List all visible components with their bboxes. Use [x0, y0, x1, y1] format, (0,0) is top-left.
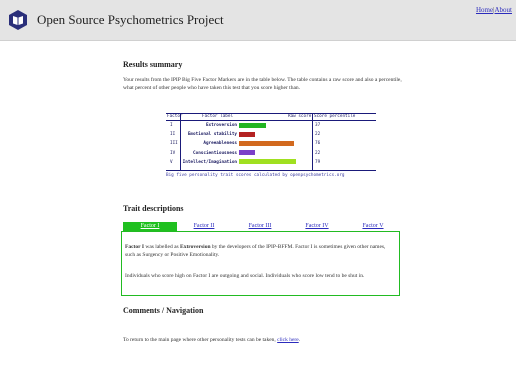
site-title[interactable]: Open Source Psychometrics Project	[37, 12, 224, 28]
score-bar	[239, 140, 294, 146]
factor-description-paragraph-1: Factor I was labelled as Extroversion by…	[125, 243, 395, 259]
table-divider	[180, 113, 181, 170]
factor-description-panel: Factor I was labelled as Extroversion by…	[121, 231, 400, 296]
factor-number: V	[170, 159, 173, 165]
description-text: was labelled as	[144, 244, 181, 250]
header-score-percentile: Score percentile	[314, 114, 356, 119]
factor-tabs: Factor I Factor II Factor III Factor IV …	[123, 222, 399, 231]
click-here-link[interactable]: click here	[277, 337, 299, 343]
score-bar	[239, 159, 296, 165]
score-percentile: 76	[315, 141, 321, 147]
score-bar	[239, 131, 255, 137]
factor-description-paragraph-2: Individuals who score high on Factor I a…	[125, 273, 365, 279]
comments-heading: Comments / Navigation	[123, 306, 204, 315]
results-heading: Results summary	[123, 60, 183, 69]
score-bar	[239, 150, 255, 156]
tab-factor-2[interactable]: Factor II	[183, 222, 225, 231]
book-logo-icon[interactable]	[7, 9, 29, 31]
score-percentile: 22	[315, 132, 321, 138]
table-divider	[312, 113, 313, 170]
header-factor-label: Factor label	[202, 114, 234, 119]
factor-number: I	[170, 123, 173, 128]
score-bar	[239, 122, 266, 128]
results-intro: Your results from the IPIP Big Five Fact…	[123, 77, 402, 91]
factor-label: Agreeableness	[203, 141, 237, 147]
factor-label: Intellect/Imagination	[182, 159, 237, 165]
tab-factor-4[interactable]: Factor IV	[295, 222, 339, 231]
return-text: To return to the main page where other p…	[123, 337, 278, 343]
header-raw-score: Raw score	[288, 114, 312, 119]
return-text-end: .	[298, 337, 301, 343]
tab-factor-5[interactable]: Factor V	[351, 222, 395, 231]
trait-heading: Trait descriptions	[123, 204, 184, 213]
table-header-border	[166, 120, 376, 121]
factor-label: Extroversion	[180, 244, 211, 250]
about-link[interactable]: About	[495, 6, 513, 14]
factor-number: III	[170, 141, 178, 147]
site-header: Open Source Psychometrics Project Home|A…	[0, 0, 516, 41]
score-percentile: 79	[315, 159, 321, 165]
factor-label: Conscientiousness	[193, 150, 237, 156]
factor-label: Emotional stability	[187, 132, 237, 138]
header-factor: Factor	[167, 114, 183, 119]
factor-number: IV	[170, 150, 176, 156]
tab-factor-1[interactable]: Factor I	[123, 222, 177, 231]
tab-factor-3[interactable]: Factor III	[238, 222, 282, 231]
table-bottom-border	[166, 170, 376, 171]
factor-name: Factor I	[125, 244, 144, 250]
table-caption: Big five personality trait scores calcul…	[166, 173, 345, 178]
return-navigation: To return to the main page where other p…	[123, 337, 300, 343]
score-table: Factor Factor label Raw score Score perc…	[166, 113, 376, 178]
factor-label: Extroversion	[205, 123, 237, 128]
top-navigation: Home|About	[476, 6, 512, 14]
home-link[interactable]: Home	[476, 6, 493, 14]
score-percentile: 22	[315, 150, 321, 156]
factor-number: II	[170, 132, 176, 138]
score-percentile: 37	[315, 123, 321, 128]
